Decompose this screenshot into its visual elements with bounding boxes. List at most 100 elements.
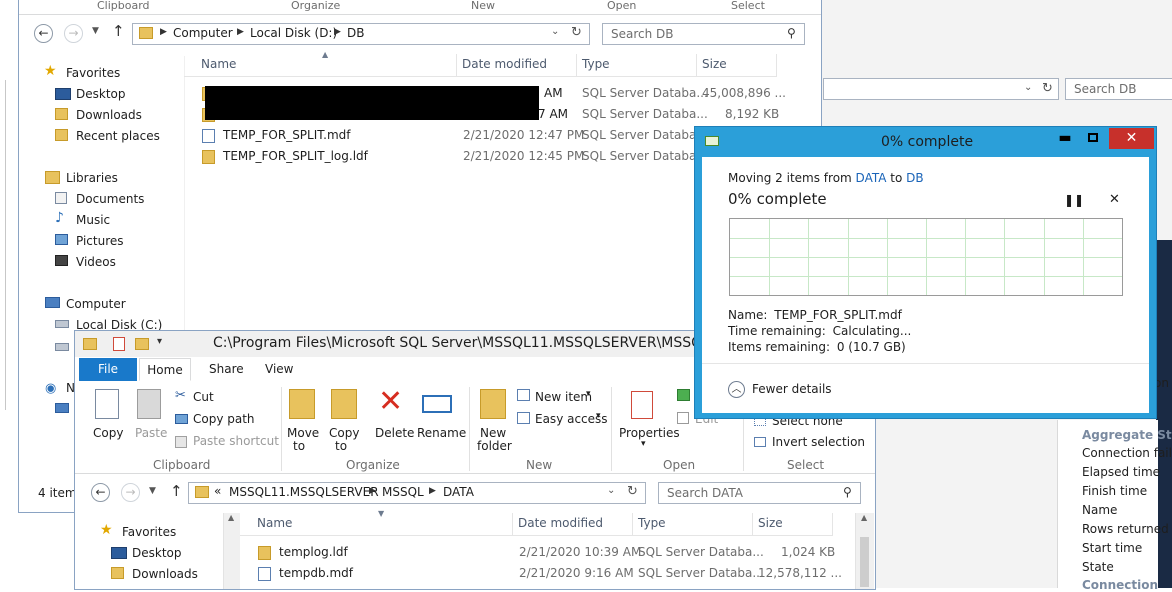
nav-pictures[interactable]: Pictures [76,234,124,248]
copy-path-icon[interactable] [175,414,188,424]
edit-icon[interactable] [677,412,689,424]
copy-to-button[interactable]: Copy [329,426,359,440]
col-name[interactable]: Name [257,516,292,530]
search-input[interactable]: Search DB ⚲ [602,23,805,45]
prop-state[interactable]: State [1082,560,1114,574]
paste-button[interactable]: Paste [135,426,167,440]
qat-dropdown-icon[interactable]: ▾ [157,336,162,347]
back-button[interactable]: ← [34,24,53,43]
nav-computer[interactable]: Computer [66,297,126,311]
nav-desktop[interactable]: Desktop [132,546,182,560]
address-bar[interactable]: ⌄ ↻ [823,78,1059,100]
rename-icon[interactable] [422,395,452,413]
properties-qat-icon[interactable] [113,337,125,351]
move-to-icon[interactable] [289,389,315,419]
col-type[interactable]: Type [638,516,666,530]
scroll-thumb[interactable] [860,537,869,587]
col-size[interactable]: Size [702,57,727,71]
refresh-icon[interactable]: ↻ [571,25,582,40]
col-date-modified[interactable]: Date modified [462,57,547,71]
breadcrumb-computer[interactable]: Computer [173,26,233,40]
maximize-button[interactable] [1080,130,1106,148]
breadcrumb-overflow[interactable]: « [214,484,221,498]
move-to-button-line2[interactable]: to [293,439,305,453]
nav-scrollbar[interactable]: ▲ [223,513,240,589]
cut-icon[interactable]: ✂ [175,388,186,403]
breadcrumb-data[interactable]: DATA [443,485,474,499]
nav-recent-places[interactable]: Recent places [76,129,160,143]
chevron-down-icon[interactable]: ⌄ [1024,82,1032,93]
easy-access-icon[interactable] [517,412,530,424]
address-bar[interactable]: ▶ Computer ▶ Local Disk (D:) ▶ DB ⌄ ↻ [132,23,590,45]
forward-button[interactable]: → [121,483,140,502]
nav-documents[interactable]: Documents [76,192,144,206]
rename-button[interactable]: Rename [417,426,466,440]
nav-favorites[interactable]: Favorites [66,66,120,80]
properties-button[interactable]: Properties [619,426,680,440]
breadcrumb-local-disk-d[interactable]: Local Disk (D:) [250,26,337,40]
col-size[interactable]: Size [758,516,783,530]
back-button[interactable]: ← [91,483,110,502]
invert-selection-button[interactable]: Invert selection [772,435,865,449]
file-row[interactable]: templog.ldf 2/21/2020 10:39 AM SQL Serve… [240,543,840,563]
refresh-icon[interactable]: ↻ [627,484,638,499]
search-input[interactable]: Search DATA ⚲ [658,482,861,504]
copy-button[interactable]: Copy [93,426,123,440]
invert-selection-icon[interactable] [754,437,766,447]
delete-icon[interactable]: ✕ [378,387,403,417]
copy-to-button-line2[interactable]: to [335,439,347,453]
breadcrumb-mssql11[interactable]: MSSQL11.MSSQLSERVER [229,485,379,499]
paste-shortcut-icon[interactable] [175,436,187,448]
new-item-icon[interactable] [517,389,530,401]
new-folder-button[interactable]: New [480,426,506,440]
nav-music[interactable]: Music [76,213,110,227]
prop-elapsed-time[interactable]: Elapsed time [1082,465,1160,479]
dropdown-arrow-icon[interactable]: ▾ [641,439,646,449]
recent-locations-icon[interactable]: ▼ [149,486,156,496]
chevron-down-icon[interactable]: ⌄ [607,485,615,496]
prop-connection-failures[interactable]: Connection failures [1082,446,1172,460]
file-row[interactable]: tempdb.mdf 2/21/2020 9:16 AM SQL Server … [240,564,842,584]
scroll-up-icon[interactable]: ▲ [861,513,867,522]
tab-file[interactable]: File [79,358,137,381]
open-icon[interactable] [677,389,690,401]
address-bar[interactable]: « MSSQL11.MSSQLSERVER ▶ MSSQL ▶ DATA ⌄ ↻ [188,482,646,504]
nav-videos[interactable]: Videos [76,255,116,269]
dropdown-arrow-icon[interactable]: ▾ [596,411,601,421]
nav-downloads[interactable]: Downloads [76,108,142,122]
move-to-button[interactable]: Move [287,426,319,440]
copy-to-icon[interactable] [331,389,357,419]
tab-share[interactable]: Share [209,362,244,376]
search-icon[interactable]: ⚲ [787,26,796,40]
scroll-up-icon[interactable]: ▲ [228,513,234,522]
source-folder-link[interactable]: DATA [856,171,887,185]
new-folder-icon[interactable] [480,389,506,419]
close-button[interactable]: ✕ [1109,128,1154,149]
nav-downloads[interactable]: Downloads [132,567,198,581]
properties-icon[interactable] [631,391,653,419]
paste-icon[interactable] [137,389,161,419]
search-input[interactable]: Search DB [1065,78,1172,100]
breadcrumb-mssql[interactable]: MSSQL [382,485,424,499]
cut-button[interactable]: Cut [193,390,214,404]
chevron-down-icon[interactable]: ⌄ [551,26,559,37]
pause-button[interactable]: ❚❚ [1064,193,1084,207]
minimize-button[interactable]: ▬ [1052,130,1078,148]
col-date-modified[interactable]: Date modified [518,516,603,530]
nav-desktop[interactable]: Desktop [76,87,126,101]
destination-folder-link[interactable]: DB [906,171,923,185]
copy-icon[interactable] [95,389,119,419]
tab-view[interactable]: View [265,362,293,376]
search-icon[interactable]: ⚲ [843,485,852,499]
col-name[interactable]: Name [201,57,236,71]
new-folder-button-line2[interactable]: folder [477,439,512,453]
prop-rows-returned[interactable]: Rows returned [1082,522,1169,536]
copy-path-button[interactable]: Copy path [193,412,255,426]
forward-button[interactable]: → [64,24,83,43]
up-button[interactable]: ↑ [170,482,183,500]
vertical-scrollbar[interactable]: ▲ [855,513,874,589]
tab-home[interactable]: Home [139,358,191,381]
prop-finish-time[interactable]: Finish time [1082,484,1147,498]
dropdown-arrow-icon[interactable]: ▾ [586,389,591,399]
refresh-icon[interactable]: ↻ [1042,81,1053,96]
